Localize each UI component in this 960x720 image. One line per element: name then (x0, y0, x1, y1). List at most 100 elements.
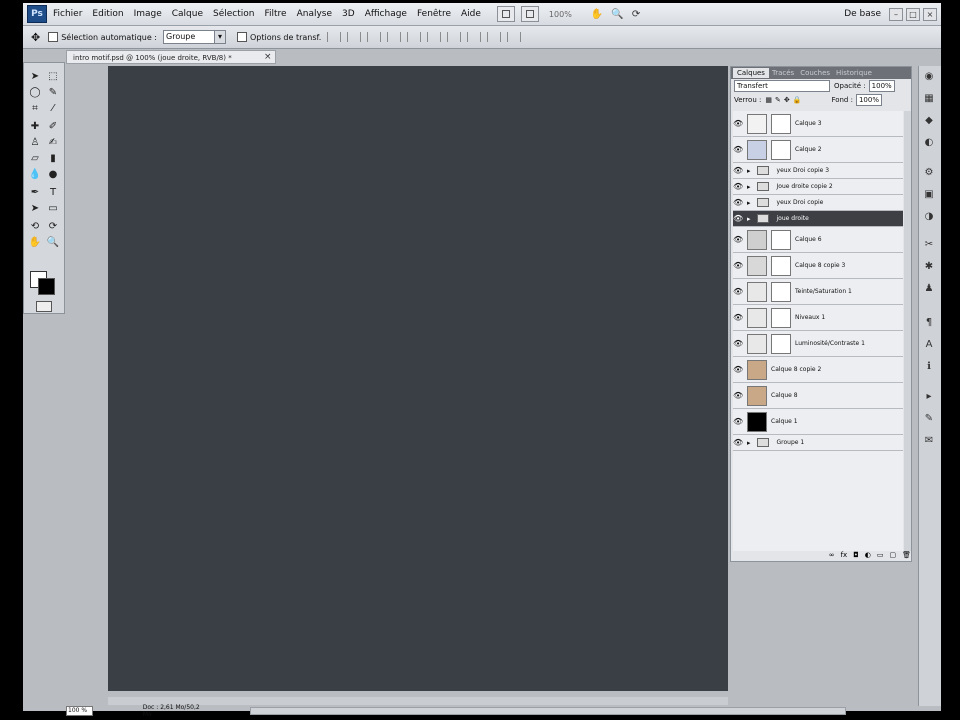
dodge-tool-icon[interactable]: ● (46, 169, 60, 180)
visibility-eye-icon[interactable]: 👁 (733, 313, 743, 322)
info-panel-icon[interactable]: ℹ (922, 360, 936, 374)
lock-position-icon[interactable]: ✥ (784, 96, 790, 104)
status-scrollbar[interactable] (249, 707, 846, 715)
navigator-panel-icon[interactable]: ▣ (922, 188, 936, 202)
gradient-tool-icon[interactable]: ▮ (46, 153, 60, 164)
layer-mask-thumbnail[interactable] (771, 139, 791, 160)
background-color-swatch[interactable] (38, 278, 55, 295)
eyedropper-tool-icon[interactable]: ⁄ (46, 103, 60, 114)
styles-panel-icon[interactable]: ◆ (922, 114, 936, 128)
align-hcenter-icon[interactable] (407, 32, 422, 42)
visibility-eye-icon[interactable]: 👁 (733, 145, 743, 154)
eraser-tool-icon[interactable]: ▱ (28, 153, 42, 164)
layer-row[interactable]: 👁 Calque 8 copie 2 (733, 357, 903, 383)
link-layers-icon[interactable]: ∞ (829, 551, 835, 561)
workspace-switcher[interactable]: De base (844, 9, 881, 19)
image-canvas[interactable] (108, 66, 728, 691)
tab-calques[interactable]: Calques (733, 68, 769, 78)
menu-3d[interactable]: 3D (342, 9, 355, 19)
layer-row[interactable]: 👁 Calque 6 (733, 227, 903, 253)
visibility-eye-icon[interactable]: 👁 (733, 214, 743, 223)
layer-row[interactable]: 👁 Calque 2 (733, 137, 903, 163)
layer-mask-thumbnail[interactable] (771, 333, 791, 354)
clone-source-panel-icon[interactable]: ♟ (922, 282, 936, 296)
distribute-center-icon[interactable] (467, 32, 482, 42)
tool-presets-panel-icon[interactable]: ✂ (922, 238, 936, 252)
document-tab-close-icon[interactable]: × (264, 50, 272, 64)
maximize-button[interactable]: □ (906, 8, 920, 21)
layer-row[interactable]: 👁 Calque 8 copie 3 (733, 253, 903, 279)
launch-bridge-button[interactable] (496, 6, 515, 22)
layer-row[interactable]: 👁 ▸ yeux Droi copie 3 (733, 163, 903, 179)
menu-fenetre[interactable]: Fenêtre (417, 9, 451, 19)
actions-panel-icon[interactable]: ✎ (922, 412, 936, 426)
zoom-tool-icon[interactable]: 🔍 (611, 9, 623, 20)
healing-brush-tool-icon[interactable]: ✚ (28, 121, 42, 132)
group-expand-icon[interactable]: ▸ (747, 439, 751, 447)
group-expand-icon[interactable]: ▸ (747, 183, 751, 191)
3d-orbit-tool-icon[interactable]: ⟳ (46, 221, 60, 232)
visibility-eye-icon[interactable]: 👁 (733, 166, 743, 175)
menu-selection[interactable]: Sélection (213, 9, 254, 19)
notes-panel-icon[interactable]: ✉ (922, 434, 936, 448)
layer-mask-thumbnail[interactable] (771, 113, 791, 134)
add-mask-icon[interactable]: ◘ (853, 551, 859, 561)
marquee-tool-icon[interactable]: ⬚ (46, 71, 60, 82)
group-expand-icon[interactable]: ▸ (747, 167, 751, 175)
menu-image[interactable]: Image (134, 9, 162, 19)
fill-field[interactable]: 100% (855, 94, 882, 106)
view-extras-button[interactable] (520, 6, 539, 22)
layer-row[interactable]: 👁 ▸ Groupe 1 (733, 435, 903, 451)
lock-all-icon[interactable]: 🔒 (793, 96, 802, 104)
distribute-bottom-icon[interactable] (487, 32, 502, 42)
menu-aide[interactable]: Aide (461, 9, 481, 19)
layer-row[interactable]: 👁 Calque 3 (733, 111, 903, 137)
new-group-icon[interactable]: ▭ (877, 551, 884, 561)
new-layer-icon[interactable]: ▢ (889, 551, 896, 561)
shape-tool-icon[interactable]: ▭ (46, 203, 60, 214)
swatches-panel-icon[interactable]: ▦ (922, 92, 936, 106)
type-tool-icon[interactable]: T (46, 187, 60, 198)
3d-rotate-tool-icon[interactable]: ⟲ (28, 221, 42, 232)
layer-row[interactable]: 👁 Teinte/Saturation 1 (733, 279, 903, 305)
layer-row[interactable]: 👁 Niveaux 1 (733, 305, 903, 331)
quick-select-tool-icon[interactable]: ✎ (46, 87, 60, 98)
visibility-eye-icon[interactable]: 👁 (733, 261, 743, 270)
hand-tool-icon[interactable]: ✋ (591, 9, 603, 20)
menu-edition[interactable]: Edition (92, 9, 123, 19)
tab-couches[interactable]: Couches (797, 69, 833, 77)
zoom-level-field[interactable]: 100% (549, 10, 583, 19)
tab-historique[interactable]: Historique (833, 69, 875, 77)
hand-tool-panel-icon[interactable]: ✋ (28, 237, 42, 248)
document-tab[interactable]: intro motif.psd @ 100% (joue droite, RVB… (66, 50, 276, 64)
layer-mask-thumbnail[interactable] (771, 281, 791, 302)
opacity-field[interactable]: 100% (868, 80, 895, 92)
layer-row[interactable]: 👁 ▸ joue droite (733, 211, 903, 227)
clone-stamp-tool-icon[interactable]: ♙ (28, 137, 42, 148)
align-top-icon[interactable] (327, 32, 342, 42)
paragraph-panel-icon[interactable]: ¶ (922, 316, 936, 330)
character-panel-icon[interactable]: A (922, 338, 936, 352)
visibility-eye-icon[interactable]: 👁 (733, 417, 743, 426)
path-select-tool-icon[interactable]: ➤ (28, 203, 42, 214)
auto-align-icon[interactable] (507, 32, 522, 42)
lock-transparency-icon[interactable]: ▦ (765, 96, 772, 104)
visibility-eye-icon[interactable]: 👁 (733, 287, 743, 296)
minimize-button[interactable]: – (889, 8, 903, 21)
brushes-panel-icon[interactable]: ✱ (922, 260, 936, 274)
layer-row[interactable]: 👁 Calque 1 (733, 409, 903, 435)
transform-controls-checkbox[interactable] (237, 32, 247, 42)
color-panel-icon[interactable]: ◉ (922, 70, 936, 84)
masks-panel-icon[interactable]: ⚙ (922, 166, 936, 180)
visibility-eye-icon[interactable]: 👁 (733, 119, 743, 128)
visibility-eye-icon[interactable]: 👁 (733, 235, 743, 244)
align-vcenter-icon[interactable] (347, 32, 362, 42)
align-bottom-icon[interactable] (367, 32, 382, 42)
layer-row[interactable]: 👁 Calque 8 (733, 383, 903, 409)
distribute-top-icon[interactable] (447, 32, 462, 42)
histogram-panel-icon[interactable]: ◑ (922, 210, 936, 224)
align-right-icon[interactable] (427, 32, 442, 42)
layer-row[interactable]: 👁 ▸ Joue droite copie 2 (733, 179, 903, 195)
group-expand-icon[interactable]: ▸ (747, 199, 751, 207)
menu-filtre[interactable]: Filtre (265, 9, 287, 19)
